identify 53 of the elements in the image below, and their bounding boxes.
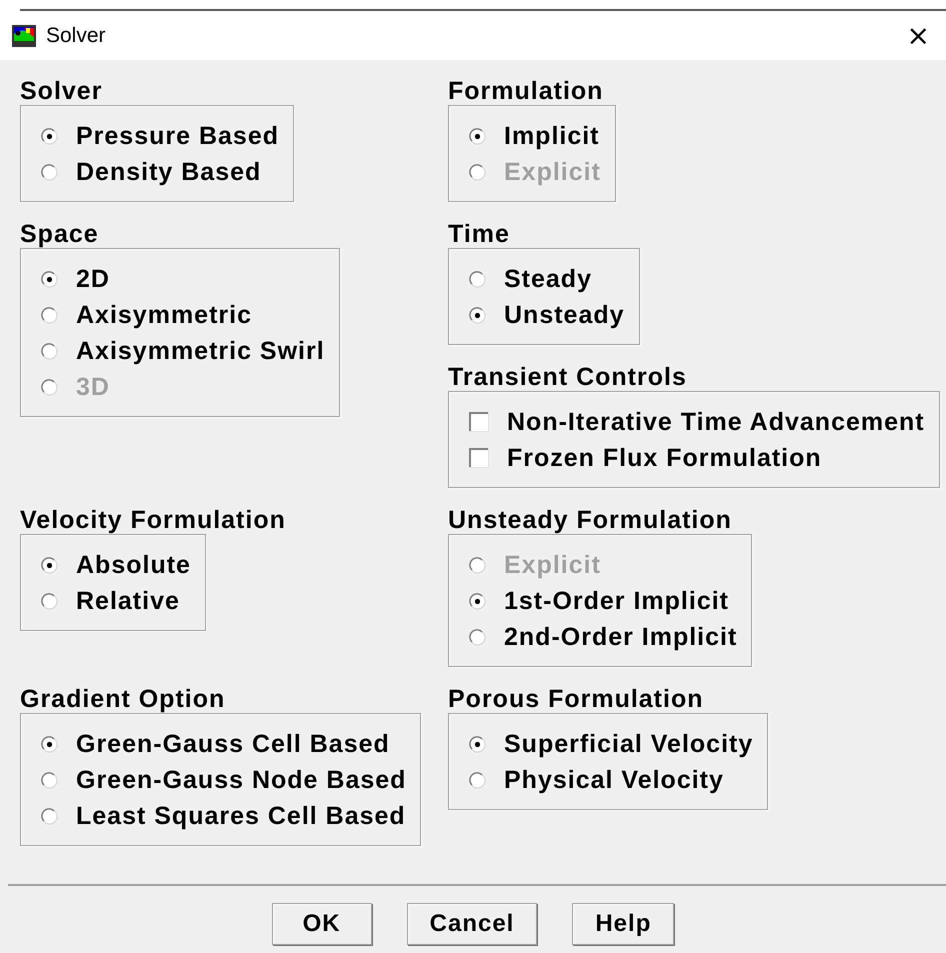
option-label[interactable]: Frozen Flux Formulation: [507, 444, 822, 472]
window-title: Solver: [46, 24, 107, 48]
radio-button[interactable]: [41, 128, 58, 144]
dialog-button[interactable]: Cancel: [406, 903, 538, 945]
group-title: Time: [448, 220, 511, 248]
group-title: Solver: [20, 77, 104, 105]
radio-button[interactable]: [41, 736, 58, 752]
option-label[interactable]: Absolute: [76, 550, 191, 580]
option-label[interactable]: Least Squares Cell Based: [76, 802, 406, 830]
radio-button[interactable]: [41, 556, 58, 574]
radio-button[interactable]: [469, 772, 486, 788]
option-label[interactable]: 1st-Order Implicit: [504, 586, 729, 616]
radio-button[interactable]: [469, 128, 486, 144]
group-title: Unsteady Formulation: [448, 506, 733, 534]
group-title: Space: [20, 220, 100, 248]
option-label[interactable]: Steady: [504, 264, 592, 294]
radio-button[interactable]: [41, 164, 58, 180]
option-label[interactable]: Green-Gauss Cell Based: [76, 730, 390, 758]
radio-button[interactable]: [41, 772, 58, 788]
group-title: Porous Formulation: [448, 685, 704, 713]
radio-button[interactable]: [469, 306, 486, 324]
option-label[interactable]: Superficial Velocity: [504, 730, 754, 758]
group-title: Formulation: [448, 77, 604, 105]
radio-button[interactable]: [469, 628, 486, 646]
radio-button[interactable]: [41, 306, 58, 324]
dialog-button[interactable]: OK: [272, 903, 372, 945]
option-label[interactable]: Physical Velocity: [504, 766, 724, 794]
option-label[interactable]: Density Based: [76, 158, 262, 186]
radio-button[interactable]: [41, 808, 58, 824]
dialog-button[interactable]: Help: [572, 903, 674, 945]
close-button[interactable]: ×: [902, 19, 934, 52]
radio-button[interactable]: [41, 342, 58, 360]
option-label[interactable]: Non-Iterative Time Advancement: [507, 408, 925, 436]
radio-button[interactable]: [469, 736, 486, 752]
option-label[interactable]: Implicit: [504, 122, 600, 150]
option-label[interactable]: Unsteady: [504, 300, 625, 330]
option-label[interactable]: Relative: [76, 586, 180, 616]
option-label[interactable]: 2nd-Order Implicit: [504, 622, 738, 652]
group-title: Transient Controls: [448, 363, 688, 391]
checkbox[interactable]: [469, 448, 489, 468]
radio-button[interactable]: [469, 270, 486, 288]
app-icon: [12, 24, 36, 46]
option-label[interactable]: Axisymmetric: [76, 300, 252, 330]
option-label[interactable]: Green-Gauss Node Based: [76, 766, 406, 794]
radio-button[interactable]: [41, 270, 58, 288]
radio-button[interactable]: [469, 592, 486, 610]
option-label[interactable]: Pressure Based: [76, 122, 280, 150]
radio-button[interactable]: [41, 592, 58, 610]
group-title: Velocity Formulation: [20, 506, 287, 534]
checkbox[interactable]: [469, 412, 489, 432]
option-label[interactable]: Axisymmetric Swirl: [76, 336, 325, 366]
group-title: Gradient Option: [20, 685, 226, 713]
option-label[interactable]: 2D: [76, 264, 110, 294]
